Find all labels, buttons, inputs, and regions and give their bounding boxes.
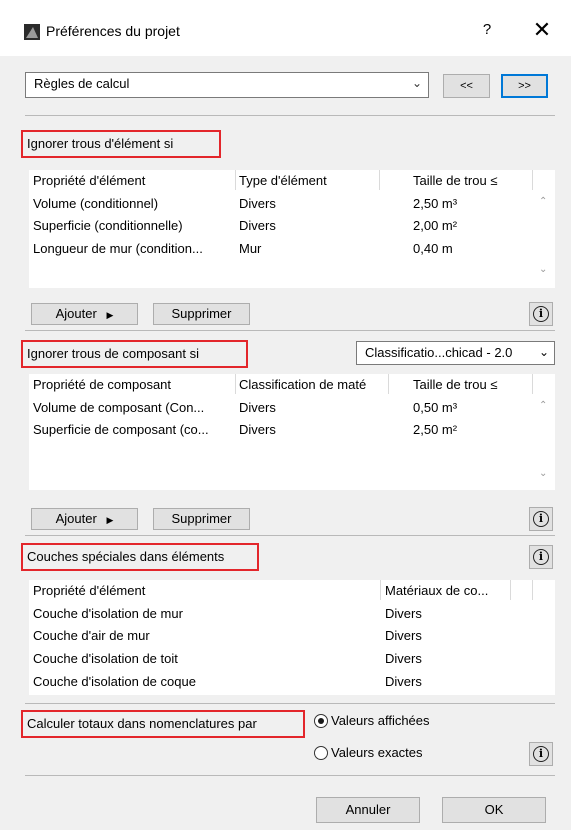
divider bbox=[25, 703, 555, 704]
app-icon bbox=[24, 24, 40, 40]
info-icon: i bbox=[533, 306, 549, 322]
component-holes-table[interactable]: Propriété de composant Classification de… bbox=[29, 374, 555, 490]
table-cell: 2,50 m³ bbox=[413, 196, 458, 211]
table-cell: Divers bbox=[385, 606, 422, 621]
column-separator bbox=[379, 170, 380, 190]
element-holes-title: Ignorer trous d'élément si bbox=[21, 130, 221, 158]
special-layers-title-text: Couches spéciales dans éléments bbox=[27, 549, 225, 564]
next-page-button[interactable]: >> bbox=[501, 74, 548, 98]
divider bbox=[25, 535, 555, 536]
table-header[interactable]: Type d'élément bbox=[239, 173, 327, 188]
add-component-hole-button[interactable]: Ajouter ▶ bbox=[31, 508, 138, 530]
scroll-up-icon[interactable]: ⌃ bbox=[539, 400, 547, 411]
ok-button[interactable]: OK bbox=[442, 797, 546, 823]
table-cell: 2,50 m² bbox=[413, 422, 458, 437]
table-cell: Volume de composant (Con... bbox=[33, 400, 205, 415]
table-cell: Divers bbox=[385, 651, 422, 666]
component-holes-info-button[interactable]: i bbox=[529, 507, 553, 531]
table-cell: 0,50 m³ bbox=[413, 400, 458, 415]
add-element-hole-button[interactable]: Ajouter ▶ bbox=[31, 303, 138, 325]
table-header[interactable]: Matériaux de co... bbox=[385, 583, 488, 598]
info-icon: i bbox=[533, 746, 549, 762]
scroll-up-icon[interactable]: ⌃ bbox=[539, 196, 547, 207]
triangle-right-icon: ▶ bbox=[106, 310, 114, 320]
delete-element-hole-button[interactable]: Supprimer bbox=[153, 303, 250, 325]
table-cell: Longueur de mur (condition... bbox=[33, 241, 203, 256]
column-separator bbox=[235, 170, 236, 190]
exact-values-radio[interactable] bbox=[314, 746, 328, 760]
scroll-down-icon[interactable]: ⌄ bbox=[539, 468, 547, 479]
preferences-page-label: Règles de calcul bbox=[34, 76, 130, 91]
table-cell: 2,00 m² bbox=[413, 218, 458, 233]
preferences-page-select[interactable]: Règles de calcul ⌄ bbox=[25, 72, 429, 98]
column-separator bbox=[532, 374, 533, 394]
scroll-down-icon[interactable]: ⌄ bbox=[539, 264, 547, 275]
totals-title-text: Calculer totaux dans nomenclatures par bbox=[27, 716, 257, 731]
triangle-right-icon: ▶ bbox=[106, 515, 114, 525]
chevron-down-icon: ⌄ bbox=[538, 345, 549, 359]
table-cell: Superficie de composant (co... bbox=[33, 422, 209, 437]
table-cell: Divers bbox=[239, 400, 276, 415]
table-cell: 0,40 m bbox=[413, 241, 453, 256]
totals-title: Calculer totaux dans nomenclatures par bbox=[21, 710, 305, 738]
table-header[interactable]: Propriété de composant bbox=[33, 377, 171, 392]
column-separator bbox=[235, 374, 236, 394]
delete-component-hole-button[interactable]: Supprimer bbox=[153, 508, 250, 530]
table-header[interactable]: Taille de trou ≤ bbox=[413, 173, 497, 188]
special-layers-info-button[interactable]: i bbox=[529, 545, 553, 569]
component-holes-title-text: Ignorer trous de composant si bbox=[27, 346, 199, 361]
component-holes-title: Ignorer trous de composant si bbox=[21, 340, 248, 368]
table-header[interactable]: Propriété d'élément bbox=[33, 173, 145, 188]
element-holes-title-text: Ignorer trous d'élément si bbox=[27, 136, 174, 151]
exact-values-label[interactable]: Valeurs exactes bbox=[331, 745, 423, 760]
column-separator bbox=[388, 374, 389, 394]
element-holes-info-button[interactable]: i bbox=[529, 302, 553, 326]
column-separator bbox=[510, 580, 511, 600]
column-separator bbox=[532, 170, 533, 190]
divider bbox=[25, 330, 555, 331]
divider bbox=[25, 115, 555, 116]
special-layers-table[interactable]: Propriété d'élément Matériaux de co... C… bbox=[29, 580, 555, 695]
help-button[interactable]: ? bbox=[475, 17, 499, 43]
table-cell: Divers bbox=[239, 218, 276, 233]
table-cell: Superficie (conditionnelle) bbox=[33, 218, 183, 233]
window-title: Préférences du projet bbox=[46, 23, 180, 39]
table-cell: Couche d'isolation de coque bbox=[33, 674, 196, 689]
previous-page-button[interactable]: << bbox=[443, 74, 490, 98]
table-cell: Divers bbox=[385, 674, 422, 689]
table-cell: Mur bbox=[239, 241, 262, 256]
totals-info-button[interactable]: i bbox=[529, 742, 553, 766]
classification-label: Classificatio...chicad - 2.0 bbox=[365, 345, 513, 360]
add-label: Ajouter bbox=[55, 511, 97, 526]
table-cell: Couche d'air de mur bbox=[33, 628, 150, 643]
info-icon: i bbox=[533, 549, 549, 565]
special-layers-title: Couches spéciales dans éléments bbox=[21, 543, 259, 571]
table-header[interactable]: Taille de trou ≤ bbox=[413, 377, 497, 392]
divider bbox=[25, 775, 555, 776]
displayed-values-label[interactable]: Valeurs affichées bbox=[331, 713, 430, 728]
table-cell: Couche d'isolation de mur bbox=[33, 606, 183, 621]
table-cell: Couche d'isolation de toit bbox=[33, 651, 178, 666]
table-cell: Divers bbox=[385, 628, 422, 643]
table-cell: Divers bbox=[239, 196, 276, 211]
table-cell: Divers bbox=[239, 422, 276, 437]
table-header[interactable]: Propriété d'élément bbox=[33, 583, 145, 598]
info-icon: i bbox=[533, 511, 549, 527]
column-separator bbox=[532, 580, 533, 600]
chevron-down-icon: ⌄ bbox=[411, 76, 422, 90]
table-cell: Volume (conditionnel) bbox=[33, 196, 159, 211]
displayed-values-radio[interactable] bbox=[314, 714, 328, 728]
table-header[interactable]: Classification de maté bbox=[239, 377, 387, 392]
classification-select[interactable]: Classificatio...chicad - 2.0 ⌄ bbox=[356, 341, 555, 365]
element-holes-table[interactable]: Propriété d'élément Type d'élément Taill… bbox=[29, 170, 555, 288]
cancel-button[interactable]: Annuler bbox=[316, 797, 420, 823]
column-separator bbox=[380, 580, 381, 600]
close-button[interactable]: ✕ bbox=[527, 16, 557, 44]
add-label: Ajouter bbox=[55, 306, 97, 321]
